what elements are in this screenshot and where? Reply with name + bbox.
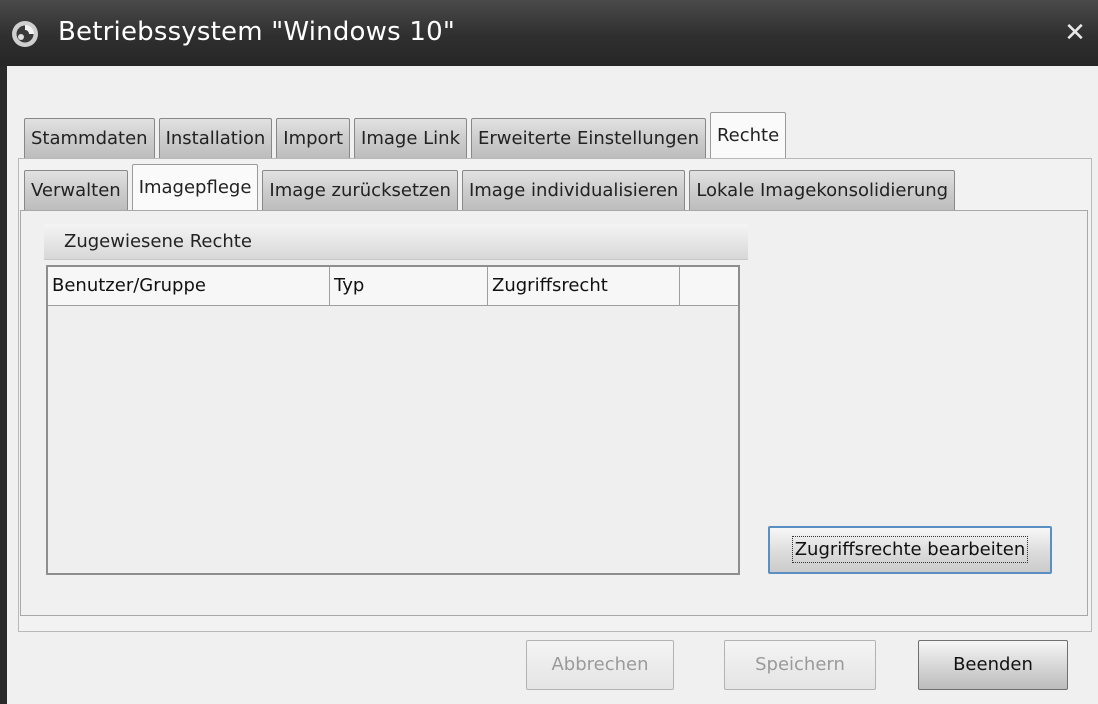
column-header-user-group[interactable]: Benutzer/Gruppe [48, 267, 330, 305]
window-title: Betriebssystem "Windows 10" [58, 17, 455, 47]
tab-installation[interactable]: Installation [158, 118, 273, 158]
save-button[interactable]: Speichern [724, 640, 876, 690]
title-bar[interactable]: Betriebssystem "Windows 10" ✕ [0, 0, 1098, 66]
tab-lokale-imagekonsolidierung[interactable]: Lokale Imagekonsolidierung [689, 170, 956, 210]
main-tab-bar: Stammdaten Installation Import Image Lin… [24, 112, 790, 158]
tab-stammdaten[interactable]: Stammdaten [24, 118, 155, 158]
tab-imagepflege[interactable]: Imagepflege [131, 164, 259, 210]
tab-rechte[interactable]: Rechte [709, 112, 787, 158]
edit-access-rights-button[interactable]: Zugriffsrechte bearbeiten [768, 526, 1052, 574]
assigned-rights-header: Zugewiesene Rechte [44, 224, 748, 260]
rights-table[interactable]: Benutzer/Gruppe Typ Zugriffsrecht [46, 265, 740, 575]
tab-image-link[interactable]: Image Link [354, 118, 467, 158]
tab-image-individualisieren[interactable]: Image individualisieren [461, 170, 686, 210]
column-header-type[interactable]: Typ [330, 267, 488, 305]
cancel-button[interactable]: Abbrechen [526, 640, 674, 690]
dialog-window: Betriebssystem "Windows 10" ✕ Stammdaten… [0, 0, 1098, 704]
close-icon[interactable]: ✕ [1062, 18, 1088, 48]
tab-image-zuruecksetzen[interactable]: Image zurücksetzen [262, 170, 458, 210]
column-header-access-right[interactable]: Zugriffsrecht [488, 267, 680, 305]
tab-erweiterte-einstellungen[interactable]: Erweiterte Einstellungen [471, 118, 706, 158]
window-frame-left [0, 66, 7, 704]
tab-import[interactable]: Import [276, 118, 351, 158]
table-header: Benutzer/Gruppe Typ Zugriffsrecht [48, 267, 738, 306]
close-button[interactable]: Beenden [918, 640, 1068, 690]
sub-tab-bar: Verwalten Imagepflege Image zurücksetzen… [24, 164, 959, 210]
column-header-empty [680, 267, 738, 305]
tab-verwalten[interactable]: Verwalten [24, 170, 128, 210]
edit-access-rights-label: Zugriffsrechte bearbeiten [791, 536, 1029, 563]
app-logo-icon [12, 21, 38, 47]
